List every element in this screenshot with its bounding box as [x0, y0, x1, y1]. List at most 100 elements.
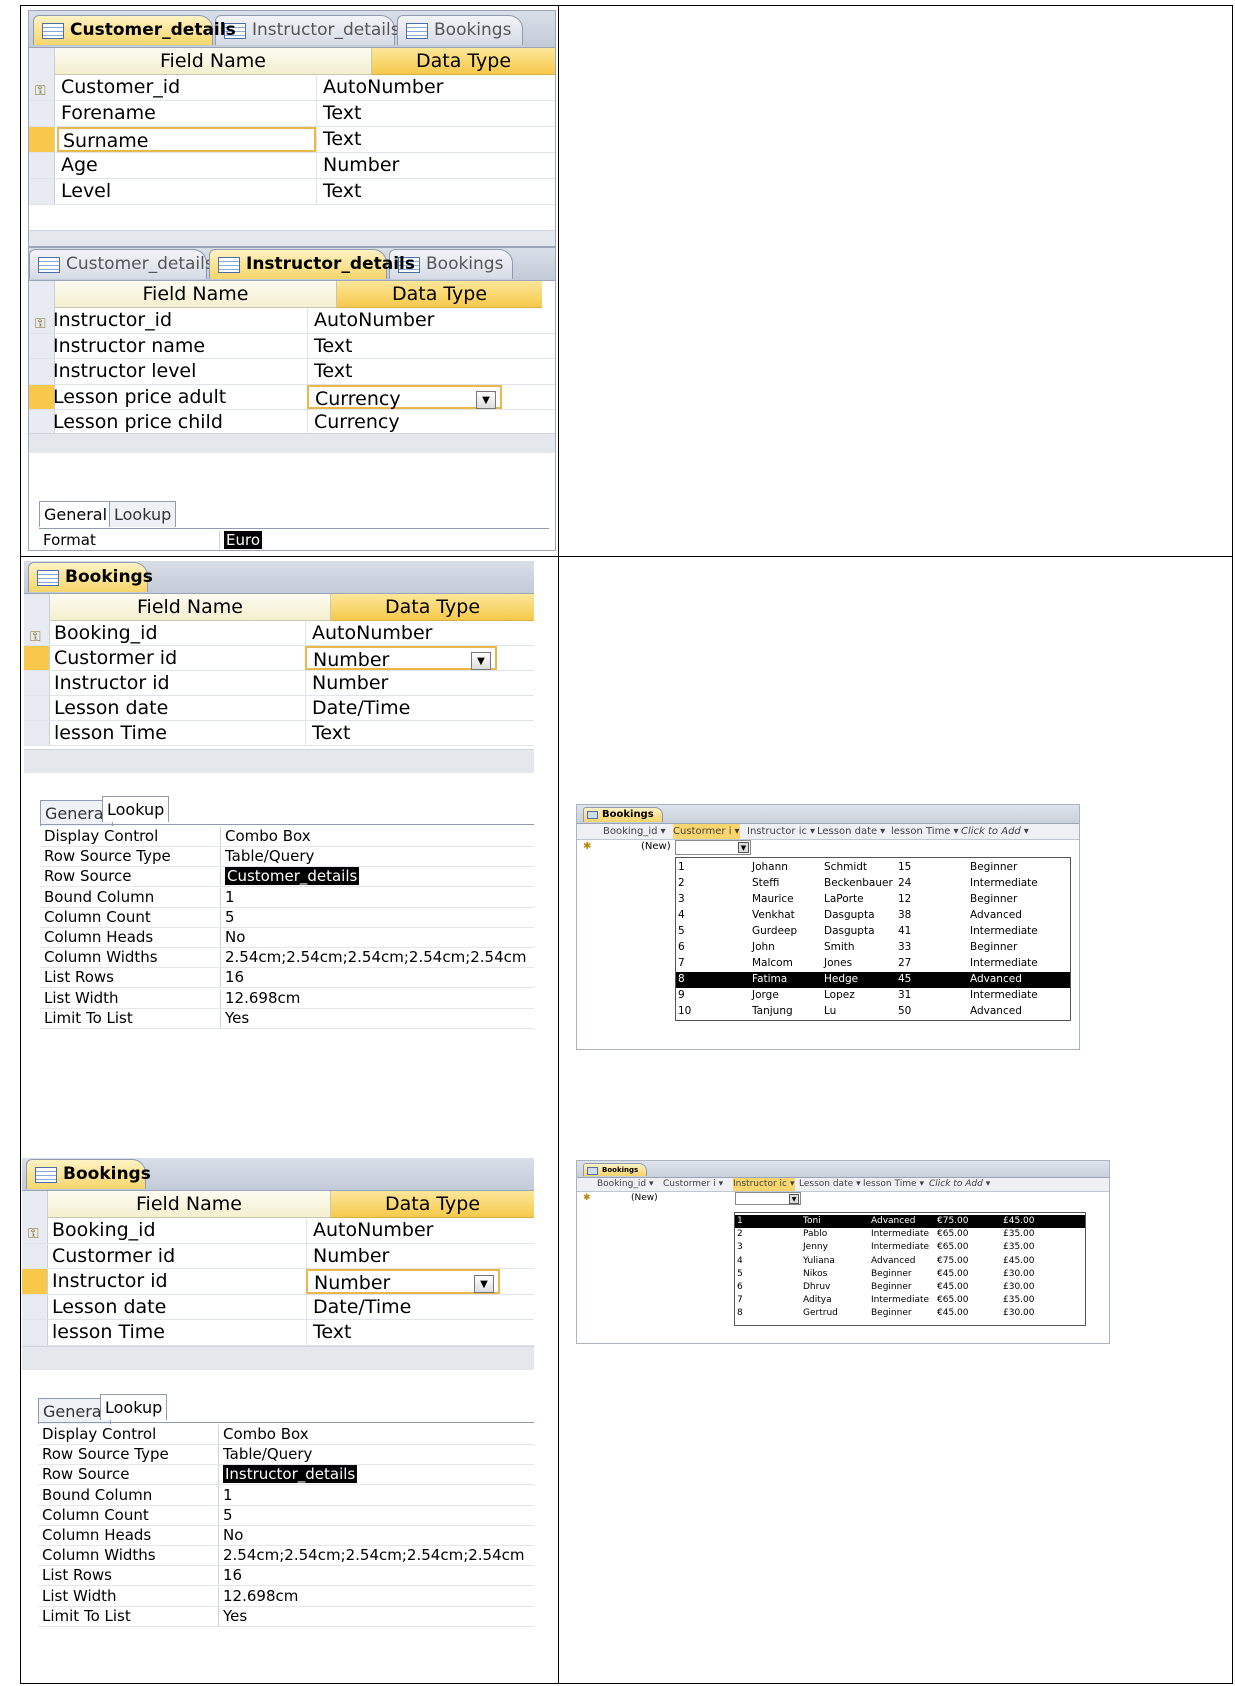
- field-name[interactable]: Instructor_id: [53, 308, 172, 333]
- dropdown-row[interactable]: 9 Jorge Lopez 31 Intermediate: [676, 988, 1070, 1004]
- dropdown-row[interactable]: 3 Jenny Intermediate €65.00 £35.00: [735, 1241, 1085, 1254]
- row-selector[interactable]: [29, 179, 55, 204]
- row-selector[interactable]: [22, 1294, 48, 1319]
- field-name[interactable]: Booking_id: [54, 621, 158, 645]
- field-row[interactable]: ⚿ Booking_id AutoNumber: [24, 621, 534, 646]
- field-name[interactable]: lesson Time: [52, 1320, 165, 1345]
- dropdown-row[interactable]: 8 Gertrud Beginner €45.00 £30.00: [735, 1307, 1085, 1320]
- property-value[interactable]: Table/Query: [218, 1445, 312, 1465]
- row-selector[interactable]: [22, 1269, 48, 1294]
- column-header[interactable]: Lesson date ▾: [799, 1178, 861, 1191]
- row-selector[interactable]: [29, 101, 55, 126]
- property-row[interactable]: Display Control Combo Box: [38, 1425, 534, 1445]
- dropdown-row[interactable]: 7 Aditya Intermediate €65.00 £35.00: [735, 1294, 1085, 1307]
- property-row[interactable]: List Rows 16: [40, 968, 534, 989]
- dropdown-row[interactable]: 2 Pablo Intermediate €65.00 £35.00: [735, 1228, 1085, 1241]
- field-row[interactable]: Lesson date Date/Time: [24, 696, 534, 721]
- property-value[interactable]: Table/Query: [220, 847, 314, 867]
- column-header[interactable]: Instructor ic ▾: [747, 824, 815, 839]
- data-type-value[interactable]: Number ▼: [305, 646, 497, 671]
- column-header[interactable]: lesson Time ▾: [863, 1178, 924, 1191]
- field-row[interactable]: Instructor level Text: [29, 359, 555, 385]
- tab-lookup[interactable]: Lookup: [100, 1394, 168, 1420]
- property-row[interactable]: Limit To List Yes: [40, 1008, 534, 1029]
- property-row[interactable]: Bound Column 1: [38, 1485, 534, 1506]
- instructor-dropdown-list[interactable]: 1 Toni Advanced €75.00 £45.00 2 Pablo Intermedi…: [734, 1212, 1086, 1326]
- property-row[interactable]: Row Source Type Table/Query: [40, 847, 534, 868]
- property-value[interactable]: Combo Box: [218, 1425, 309, 1444]
- field-row[interactable]: Instructor id Number: [24, 671, 534, 696]
- row-selector[interactable]: [29, 410, 55, 435]
- property-value[interactable]: Combo Box: [220, 827, 311, 846]
- dropdown-row[interactable]: 1 Johann Schmidt 15 Beginner: [676, 860, 1070, 876]
- row-selector[interactable]: [24, 721, 50, 745]
- field-row[interactable]: Instructor id Number ▼: [22, 1269, 534, 1295]
- tab-instructor-details[interactable]: Instructor_details: [209, 249, 415, 279]
- column-header[interactable]: Custormer i ▾: [673, 824, 740, 839]
- dropdown-row[interactable]: 8 Fatima Hedge 45 Advanced: [676, 972, 1070, 988]
- field-row[interactable]: Level Text: [29, 179, 555, 205]
- data-type-value[interactable]: Date/Time: [306, 1294, 500, 1319]
- field-row[interactable]: lesson Time Text: [22, 1320, 534, 1346]
- data-type-value[interactable]: Currency: [307, 410, 502, 435]
- field-name[interactable]: Custormer id: [52, 1244, 175, 1269]
- new-record-row[interactable]: ✱ (New) ▼: [577, 1192, 1109, 1205]
- data-type-value[interactable]: AutoNumber: [306, 1218, 500, 1243]
- combo-box[interactable]: ▼: [675, 840, 751, 855]
- combo-box[interactable]: ▼: [735, 1192, 801, 1205]
- field-name[interactable]: Lesson date: [54, 696, 168, 720]
- field-row[interactable]: ⚿ Booking_id AutoNumber: [22, 1218, 534, 1244]
- column-header[interactable]: Booking_id ▾: [603, 824, 666, 839]
- field-name[interactable]: Forename: [61, 101, 156, 126]
- property-row[interactable]: Column Count 5: [40, 907, 534, 928]
- property-value[interactable]: Customer_details: [220, 867, 360, 887]
- property-row[interactable]: Column Widths 2.54cm;2.54cm;2.54cm;2.54cm…: [38, 1546, 534, 1567]
- data-type-value[interactable]: AutoNumber: [307, 308, 502, 333]
- row-selector[interactable]: [29, 333, 55, 358]
- tab-bookings[interactable]: Bookings: [28, 562, 153, 592]
- property-row[interactable]: Bound Column 1: [40, 887, 534, 908]
- data-type-value[interactable]: Number: [306, 1243, 500, 1268]
- dropdown-row[interactable]: 2 Steffi Beckenbauer 24 Intermediate: [676, 876, 1070, 892]
- data-type-value[interactable]: Currency ▼: [307, 384, 502, 410]
- property-row[interactable]: Row Source Type Table/Query: [38, 1445, 534, 1466]
- field-row[interactable]: ⚿ Instructor_id AutoNumber: [29, 308, 555, 334]
- field-row[interactable]: Custormer id Number ▼: [24, 646, 534, 671]
- row-selector[interactable]: [29, 127, 55, 152]
- field-name[interactable]: Instructor id: [54, 671, 170, 695]
- tab-bookings[interactable]: Bookings: [583, 807, 663, 822]
- dropdown-row[interactable]: 6 Dhruv Beginner €45.00 £30.00: [735, 1281, 1085, 1294]
- data-type-value[interactable]: AutoNumber: [316, 75, 555, 100]
- property-row[interactable]: Display Control Combo Box: [40, 827, 534, 847]
- dropdown-arrow-icon[interactable]: ▼: [476, 390, 496, 409]
- customer-dropdown-list[interactable]: 1 Johann Schmidt 15 Beginner 2 Steffi Beckenbau…: [675, 857, 1071, 1021]
- property-value[interactable]: 5: [218, 1505, 233, 1525]
- property-row[interactable]: Column Count 5: [38, 1505, 534, 1526]
- data-type-value[interactable]: Text: [316, 101, 555, 126]
- property-value[interactable]: Yes: [220, 1008, 249, 1028]
- data-type-value[interactable]: Text: [316, 127, 555, 152]
- data-type-value[interactable]: Text: [305, 721, 497, 745]
- tab-customer-details[interactable]: Customer_details: [29, 249, 214, 279]
- tab-bookings[interactable]: Bookings: [583, 1163, 648, 1176]
- field-name[interactable]: Custormer id: [54, 646, 177, 670]
- field-name[interactable]: Instructor id: [52, 1269, 168, 1294]
- property-value[interactable]: Instructor_details: [218, 1465, 358, 1485]
- tab-bookings[interactable]: Bookings: [397, 15, 523, 45]
- property-value[interactable]: 16: [218, 1566, 242, 1586]
- property-value[interactable]: 2.54cm;2.54cm;2.54cm;2.54cm;2.54cm: [220, 948, 527, 968]
- field-name[interactable]: Surname: [57, 127, 316, 152]
- field-row[interactable]: Surname Text: [29, 127, 555, 153]
- column-header[interactable]: Click to Add ▾: [961, 824, 1029, 839]
- data-type-value[interactable]: Text: [307, 333, 502, 358]
- property-value[interactable]: 16: [220, 968, 244, 988]
- tab-general[interactable]: General: [39, 501, 113, 527]
- property-row[interactable]: Limit To List Yes: [38, 1606, 534, 1627]
- data-type-value[interactable]: Text: [316, 179, 555, 204]
- data-type-value[interactable]: Text: [307, 359, 502, 384]
- tab-lookup[interactable]: Lookup: [109, 501, 177, 527]
- field-row[interactable]: Lesson price adult Currency ▼: [29, 384, 555, 410]
- field-name[interactable]: Instructor name: [53, 334, 205, 359]
- property-format[interactable]: Format Euro: [39, 531, 549, 550]
- field-name[interactable]: lesson Time: [54, 721, 167, 745]
